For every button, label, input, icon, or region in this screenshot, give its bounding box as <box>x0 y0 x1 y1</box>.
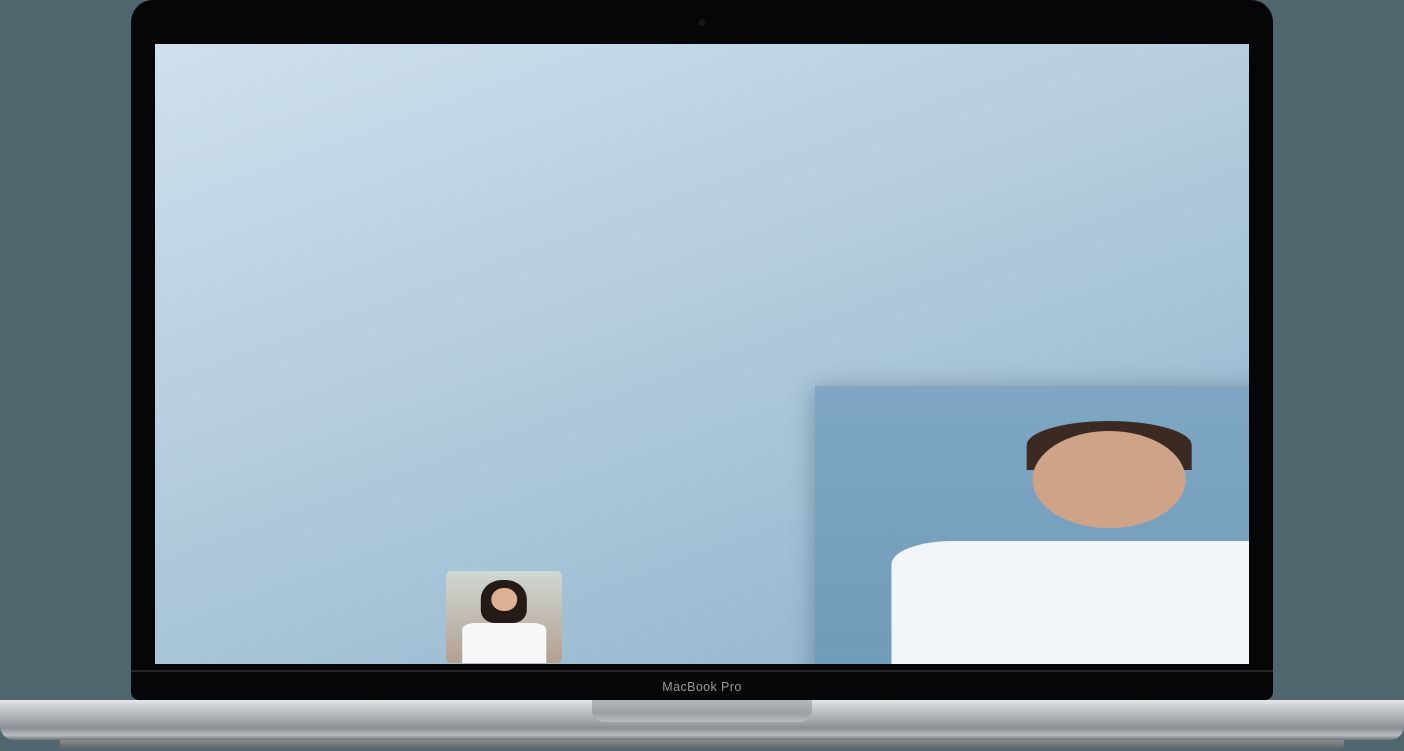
dashboard-main: Total Patient 1500 Till Today Today Pati… <box>815 386 1249 664</box>
screen-viewport: ctor Ubidha Home Doctors Blog About <box>155 44 1249 664</box>
macbook-base <box>0 700 1404 740</box>
avatar <box>815 386 1249 664</box>
device-label: MacBook Pro <box>662 680 742 694</box>
cell-patient: Travis Trimble #PT0002 <box>815 386 1249 664</box>
base-notch <box>592 700 812 722</box>
doctor-photo <box>446 571 562 663</box>
macbook-lid: MacBook Pro ctor Ubidha <box>131 0 1273 700</box>
screenshot-stage: MacBook Pro ctor Ubidha <box>0 0 1404 751</box>
base-shadow <box>60 740 1344 751</box>
dashboard-window[interactable]: ctor Ubidha Home Doctors Blog About <box>815 386 1249 664</box>
lid-divider <box>131 670 1273 672</box>
webcam-icon <box>698 19 706 26</box>
dashboard-body: Jeevan Shrestha BDS, MDS - Oral & Maxill… <box>815 386 1249 664</box>
clinic-thumbnail[interactable] <box>155 44 1249 664</box>
appointments-table: Patient Name Appt Date Purpose Type Paid… <box>815 386 1249 664</box>
appointments-card: Upcoming Today Patient Name Appt Date Pu… <box>815 386 1249 664</box>
table-row[interactable]: Travis Trimble #PT0002 1 Nov 2019 1.00 P <box>815 386 1249 664</box>
